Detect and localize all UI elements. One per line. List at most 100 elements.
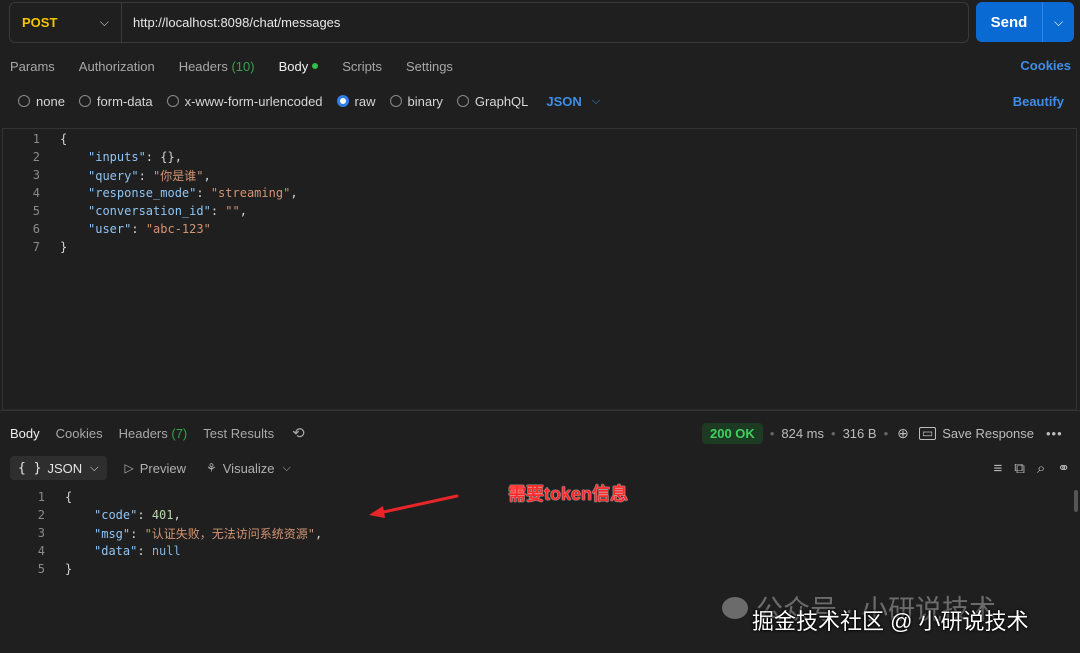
request-body-editor[interactable]: 1 { 2 "inputs": {}, 3 "query": "你是谁", 4 … <box>2 128 1077 410</box>
code-line: 5 } <box>0 560 72 578</box>
line-number: 1 <box>37 490 45 504</box>
body-type-options: none form-data x-www-form-urlencoded raw… <box>18 92 600 110</box>
request-tabs: Params Authorization Headers (10) Body S… <box>10 55 1072 77</box>
pane-divider[interactable] <box>0 410 1080 411</box>
code-line: 2 "inputs": {}, <box>3 148 182 166</box>
json-value: null <box>151 544 181 558</box>
radio-form-data[interactable]: form-data <box>78 93 153 109</box>
code-line: 4 "data": null <box>0 542 181 560</box>
format-label: JSON <box>546 93 582 109</box>
save-response-button[interactable]: Save Response <box>942 426 1034 441</box>
tab-headers-count: (10) <box>231 58 255 74</box>
json-value: "streaming" <box>210 186 291 200</box>
response-format-select[interactable]: { } JSON ⌵ <box>10 456 107 480</box>
history-icon[interactable]: ⟲ <box>292 424 305 442</box>
line-number: 2 <box>32 150 40 164</box>
code-line: 6 "user": "abc-123" <box>3 220 211 238</box>
response-time[interactable]: 824 ms <box>781 426 824 441</box>
visualize-button[interactable]: ⚘ Visualize <box>206 461 275 476</box>
json-key: "code" <box>94 508 138 522</box>
json-key: "msg" <box>94 526 131 541</box>
response-size[interactable]: 316 B <box>843 426 877 441</box>
radio-binary[interactable]: binary <box>389 94 443 109</box>
code-line: 1 { <box>3 130 67 148</box>
tab-body[interactable]: Body <box>279 59 319 74</box>
tab-settings[interactable]: Settings <box>406 59 453 74</box>
scrollbar[interactable] <box>1074 490 1078 512</box>
chevron-down-icon[interactable]: ⌵ <box>283 462 291 475</box>
response-format-label: JSON <box>47 460 83 476</box>
resp-tab-cookies[interactable]: Cookies <box>56 426 103 441</box>
response-meta: 200 OK • 824 ms • 316 B • ⊕ ▭ Save Respo… <box>702 422 1063 444</box>
line-number: 4 <box>32 186 40 200</box>
code-line: 2 "code": 401, <box>0 506 181 524</box>
chevron-down-icon: ⌵ <box>90 461 99 474</box>
json-value: 401 <box>151 508 174 522</box>
url-bar: POST ⌵ http://localhost:8098/chat/messag… <box>9 2 969 43</box>
response-view-bar: { } JSON ⌵ ▷ Preview ⚘ Visualize ⌵ <box>10 456 291 480</box>
send-button[interactable]: Send ⌵ <box>976 2 1074 42</box>
radio-icon <box>456 95 469 107</box>
status-badge[interactable]: 200 OK <box>702 422 763 444</box>
arrow-annotation <box>369 494 459 518</box>
tab-scripts[interactable]: Scripts <box>342 59 382 74</box>
globe-icon[interactable]: ⊕ <box>897 425 909 442</box>
radio-graphql[interactable]: GraphQL <box>456 93 529 109</box>
url-input[interactable]: http://localhost:8098/chat/messages <box>122 15 340 30</box>
radio-none-label: none <box>36 93 65 109</box>
line-number: 1 <box>32 132 40 146</box>
json-value: "" <box>225 204 240 218</box>
save-icon: ▭ <box>918 426 937 440</box>
copy-icon[interactable]: ⧉ <box>1014 460 1025 477</box>
preview-icon: ▷ <box>124 461 134 475</box>
code-text: { <box>65 490 73 504</box>
tab-headers[interactable]: Headers (10) <box>179 59 255 74</box>
response-toolbar: ≡ ⧉ ⌕ ⚭ <box>982 459 1070 478</box>
code-line: 4 "response_mode": "streaming", <box>3 184 298 202</box>
code-line: 3 "query": "你是谁", <box>3 166 211 184</box>
radio-graphql-label: GraphQL <box>474 93 529 109</box>
line-number: 5 <box>37 562 45 576</box>
format-select[interactable]: JSON ⌵ <box>546 94 600 109</box>
code-line: 3 "msg": "认证失败，无法访问系统资源", <box>0 524 323 542</box>
tab-body-label: Body <box>278 58 309 74</box>
json-comma: , <box>290 186 298 200</box>
chevron-down-icon[interactable]: ⌵ <box>1043 15 1074 30</box>
preview-button[interactable]: ▷ Preview <box>125 461 186 476</box>
tab-params[interactable]: Params <box>10 59 55 74</box>
json-key: "response_mode" <box>88 186 197 200</box>
json-key: "data" <box>94 544 138 558</box>
radio-none[interactable]: none <box>18 94 65 109</box>
link-icon[interactable]: ⚭ <box>1057 459 1070 477</box>
line-number: 3 <box>32 168 40 182</box>
line-number: 6 <box>32 222 40 236</box>
resp-tab-headers-label: Headers <box>118 425 168 441</box>
preview-label: Preview <box>139 460 186 476</box>
method-select[interactable]: POST ⌵ <box>10 3 122 42</box>
json-key: "user" <box>88 222 132 236</box>
beautify-button[interactable]: Beautify <box>1013 94 1064 109</box>
radio-urlencoded-label: x-www-form-urlencoded <box>184 93 323 109</box>
radio-form-data-label: form-data <box>96 93 153 109</box>
radio-raw-label: raw <box>354 93 376 109</box>
resp-tab-headers[interactable]: Headers (7) <box>119 426 188 441</box>
visualize-label: Visualize <box>222 460 275 476</box>
method-label: POST <box>22 15 58 30</box>
search-icon[interactable]: ⌕ <box>1037 460 1045 477</box>
tab-headers-label: Headers <box>178 58 228 74</box>
cookies-link[interactable]: Cookies <box>1020 58 1071 73</box>
more-options-icon[interactable]: ••• <box>1046 426 1063 441</box>
code-line: 5 "conversation_id": "", <box>3 202 247 220</box>
wrap-icon[interactable]: ≡ <box>994 460 1003 477</box>
radio-raw[interactable]: raw <box>336 93 376 109</box>
code-text: } <box>60 240 68 254</box>
code-line: 7 } <box>3 238 67 256</box>
json-key: "query" <box>88 168 139 183</box>
tab-authorization[interactable]: Authorization <box>79 59 155 74</box>
line-number: 7 <box>32 240 40 254</box>
resp-tab-test-results[interactable]: Test Results <box>203 426 274 441</box>
radio-urlencoded[interactable]: x-www-form-urlencoded <box>166 93 323 109</box>
resp-tab-body[interactable]: Body <box>10 426 40 441</box>
visualize-icon: ⚘ <box>205 461 217 475</box>
code-text: } <box>65 562 73 576</box>
